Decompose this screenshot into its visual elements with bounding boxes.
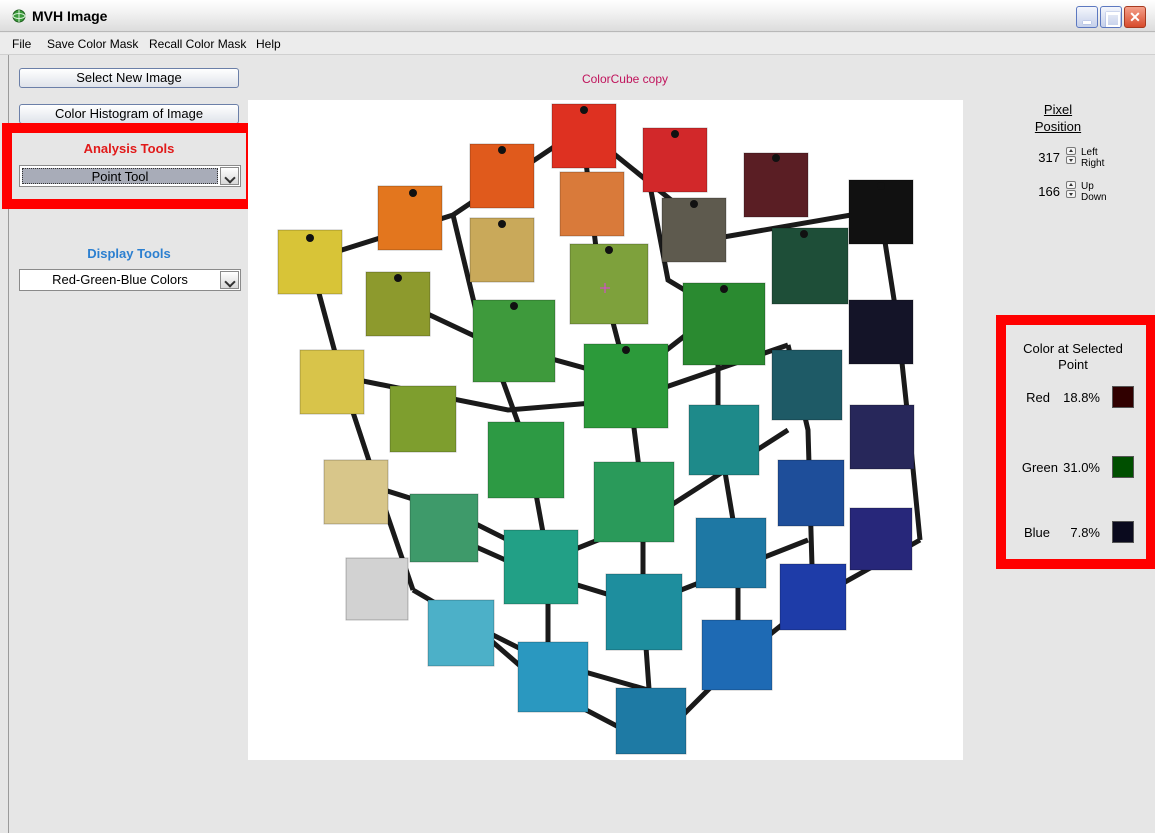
menu-bar: File Save Color Mask Recall Color Mask H… <box>0 33 1155 55</box>
blue-label: Blue <box>1023 525 1050 540</box>
menu-help[interactable]: Help <box>256 37 281 51</box>
red-swatch <box>1112 386 1134 408</box>
analysis-tool-select[interactable]: Point Tool <box>19 165 241 187</box>
menu-recall-color-mask[interactable]: Recall Color Mask <box>149 37 246 51</box>
pixel-position-heading: Pixel Position <box>1034 102 1082 134</box>
pixel-x-left-label: Left <box>1081 147 1098 158</box>
menu-save-color-mask[interactable]: Save Color Mask <box>47 37 138 51</box>
pixel-x-value: 317 <box>1038 150 1060 165</box>
chevron-down-icon[interactable] <box>220 271 239 289</box>
pixel-y-up-label: Up <box>1081 181 1094 192</box>
color-histogram-button[interactable]: Color Histogram of Image <box>19 104 239 124</box>
blue-value: 7.8% <box>1070 525 1100 540</box>
chevron-up-icon[interactable] <box>1066 147 1076 155</box>
pixel-y-down-label: Down <box>1081 192 1107 203</box>
pixel-y-value: 166 <box>1038 184 1060 199</box>
close-button[interactable]: ✕ <box>1124 6 1146 28</box>
title-bar: MVH Image ✕ <box>0 0 1155 32</box>
analysis-tools-label: Analysis Tools <box>83 141 175 156</box>
display-tool-value: Red-Green-Blue Colors <box>52 272 188 287</box>
green-value: 31.0% <box>1063 460 1100 475</box>
chevron-up-icon[interactable] <box>1066 181 1076 189</box>
display-tools-label: Display Tools <box>87 246 171 261</box>
color-cube-photo <box>277 103 923 755</box>
globe-icon <box>12 9 26 23</box>
green-swatch <box>1112 456 1134 478</box>
menu-file[interactable]: File <box>12 37 31 51</box>
window-title: MVH Image <box>32 8 108 24</box>
display-tool-select[interactable]: Red-Green-Blue Colors <box>19 269 241 291</box>
pixel-x-right-label: Right <box>1081 158 1105 169</box>
blue-swatch <box>1112 521 1134 543</box>
color-at-point-heading: Color at Selected Point <box>1023 341 1123 372</box>
green-label: Green <box>1021 460 1058 475</box>
color-cube-image[interactable] <box>248 100 963 760</box>
red-label: Red <box>1026 390 1050 405</box>
pixel-y-spinner[interactable] <box>1066 181 1076 199</box>
minimize-icon <box>1077 7 1097 27</box>
close-icon: ✕ <box>1129 9 1141 25</box>
minimize-button[interactable] <box>1076 6 1098 28</box>
image-title: ColorCube copy <box>581 72 669 86</box>
maximize-button[interactable] <box>1100 6 1122 28</box>
chevron-down-icon[interactable] <box>1066 156 1076 164</box>
chevron-down-icon[interactable] <box>220 167 239 185</box>
select-new-image-button[interactable]: Select New Image <box>19 68 239 88</box>
analysis-tool-value: Point Tool <box>22 168 218 184</box>
pixel-x-spinner[interactable] <box>1066 147 1076 165</box>
chevron-down-icon[interactable] <box>1066 190 1076 198</box>
red-value: 18.8% <box>1063 390 1100 405</box>
maximize-icon <box>1101 7 1121 27</box>
